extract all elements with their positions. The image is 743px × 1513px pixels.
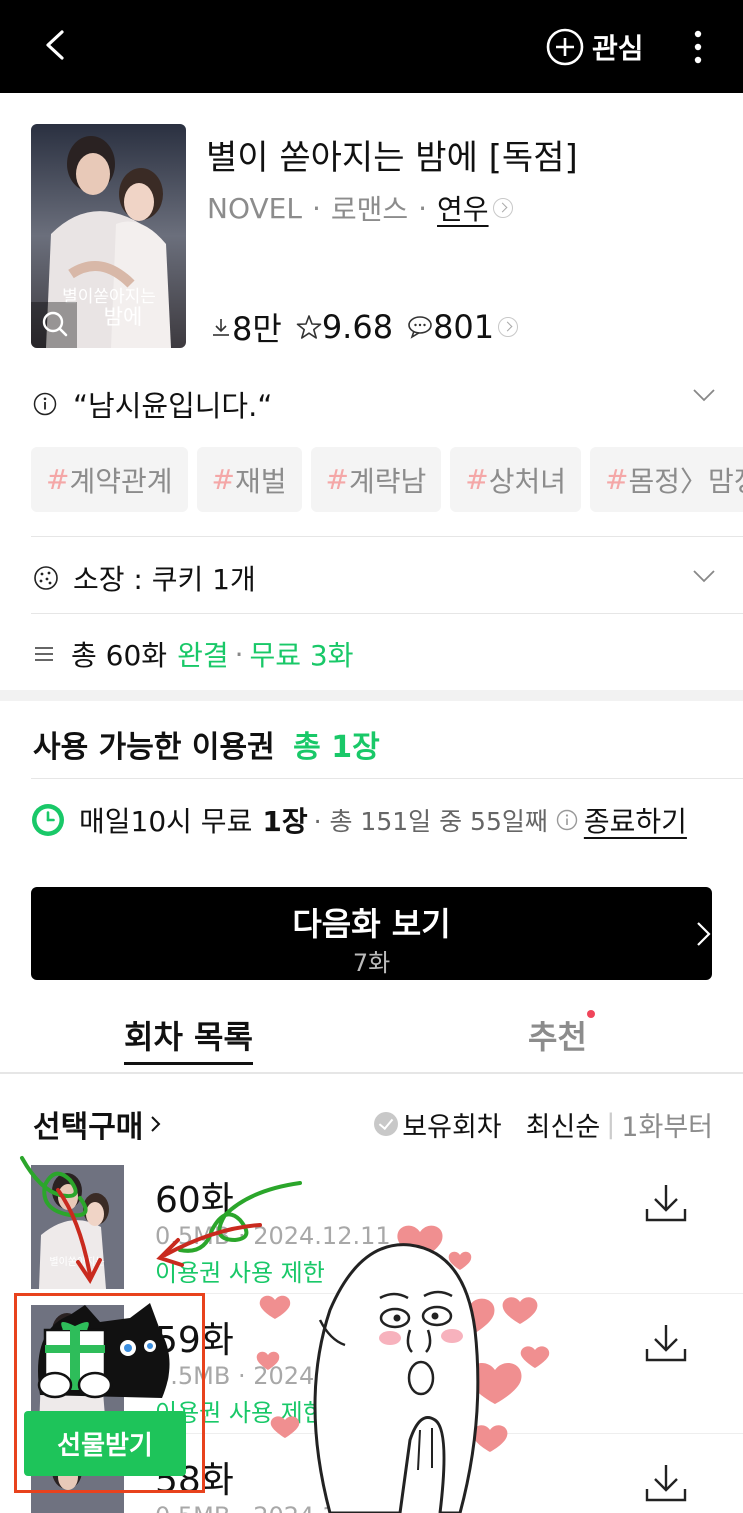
comments-stat[interactable]: 801: [407, 308, 519, 346]
chevron-right-icon: [151, 1116, 161, 1132]
next-episode-number: 7화: [352, 949, 391, 977]
select-buy-button[interactable]: 선택구매: [33, 1102, 163, 1146]
daily-free-count: 1장: [262, 805, 308, 838]
episode-info: 0.5MB · 2024.12.11: [155, 1502, 391, 1513]
star-icon: [296, 315, 322, 339]
divider: [31, 613, 743, 614]
section-separator: [0, 690, 743, 701]
work-stats: 8만 9.68 801: [210, 306, 532, 348]
cookie-icon: [34, 566, 58, 590]
work-type: NOVEL: [207, 191, 302, 225]
info-icon: [33, 392, 57, 416]
chevron-left-icon[interactable]: [34, 22, 78, 66]
next-episode-button[interactable]: 다음화 보기 7화: [31, 887, 712, 980]
list-icon: [35, 647, 53, 661]
rating-stat: 9.68: [296, 308, 393, 346]
tab-underline: [0, 1072, 743, 1074]
tag-list: #계약관계 #재벌 #계략남 #상처녀 #몸정〉맘정: [31, 447, 743, 512]
free-episodes: 무료 3화: [249, 639, 354, 672]
tagline-row[interactable]: “남시윤입니다.“: [33, 382, 272, 426]
episode-list-header: 선택구매 보유회차 최신순 | 1화부터: [33, 1102, 713, 1146]
downloads-count: 8만: [232, 310, 282, 348]
completed-badge: 완결: [177, 639, 229, 672]
episode-thumbnail: 별이쏟아지는: [31, 1165, 124, 1289]
sort-newest[interactable]: 최신순: [526, 1105, 601, 1144]
check-circle-icon: [374, 1112, 399, 1136]
favorite-button[interactable]: 관심: [546, 28, 644, 66]
comments-count: 801: [433, 308, 495, 346]
tagline-text: “남시윤입니다.“: [73, 389, 273, 423]
chevron-down-icon[interactable]: [692, 569, 716, 583]
tag-chip[interactable]: # 재벌: [196, 447, 302, 512]
cover-art: 별이쏟아지는 밤에: [31, 124, 186, 348]
owned-episodes-filter[interactable]: 보유회차: [374, 1105, 502, 1144]
divider: [31, 536, 743, 537]
chevron-right-icon: [697, 922, 711, 946]
comment-icon: [408, 316, 432, 339]
episode-row[interactable]: 별이쏟아지는 60화 0.5MB · 2024.12.11 이용권 사용 제한: [0, 1165, 743, 1305]
chevron-down-icon[interactable]: [692, 388, 716, 402]
downloads-stat: 8만: [210, 304, 282, 350]
total-episodes: 총 60화: [71, 639, 168, 672]
download-icon[interactable]: [643, 1321, 689, 1365]
receive-gift-button[interactable]: 선물받기: [24, 1411, 186, 1476]
episode-info: 0.5MB · 2024.12.11: [155, 1222, 391, 1250]
svg-text:밤에: 밤에: [104, 305, 143, 329]
episode-number: 60화: [155, 1180, 234, 1221]
passes-count: 총 1장: [293, 730, 380, 765]
favorite-label: 관심: [592, 32, 644, 65]
ownership-label: 소장 : 쿠키 1개: [73, 563, 256, 596]
tab-recommend[interactable]: 추천: [528, 1010, 595, 1058]
tag-chip[interactable]: # 상처녀: [450, 447, 582, 512]
work-meta: NOVEL · 로맨스 · 연우: [207, 188, 513, 228]
next-episode-label: 다음화 보기: [292, 905, 451, 943]
sort-from-first[interactable]: 1화부터: [621, 1105, 713, 1144]
svg-text:별이쏟아지는: 별이쏟아지는: [49, 1256, 104, 1268]
divider: [31, 778, 743, 779]
clock-icon: [32, 804, 64, 836]
tab-episodes[interactable]: 회차 목록: [124, 1012, 253, 1065]
rating-value: 9.68: [321, 308, 394, 346]
daily-free-pass: 매일10시 무료 1장 · 총 151일 중 55일째 종료하기: [31, 800, 687, 840]
episode-summary: 총 60화 완결 · 무료 3화: [33, 634, 354, 674]
episode-restriction: 이용권 사용 제한: [155, 1259, 325, 1287]
cover-image[interactable]: 별이쏟아지는 밤에: [31, 124, 186, 348]
download-icon[interactable]: [643, 1461, 689, 1505]
chevron-right-circle-icon[interactable]: [492, 198, 513, 218]
plus-circle-icon: [546, 28, 584, 66]
new-dot-badge: [586, 1010, 595, 1018]
top-bar: 관심: [0, 0, 743, 93]
ownership-row[interactable]: 소장 : 쿠키 1개: [33, 558, 256, 598]
passes-title: 사용 가능한 이용권 총 1장: [33, 730, 380, 765]
end-pass-link[interactable]: 종료하기: [584, 800, 687, 840]
daily-progress: · 총 151일 중 55일째: [313, 807, 548, 836]
kebab-vertical-icon[interactable]: [684, 28, 712, 68]
tag-chip[interactable]: #몸정〉맘정: [590, 447, 743, 512]
author-link[interactable]: 연우: [437, 188, 489, 228]
download-icon[interactable]: [643, 1181, 689, 1225]
daily-free-label: 매일10시 무료: [79, 805, 253, 838]
work-title: 별이 쏟아지는 밤에 [독점]: [206, 138, 578, 178]
info-icon[interactable]: [556, 809, 578, 831]
tag-chip[interactable]: # 계약관계: [31, 447, 188, 512]
chevron-right-circle-icon: [498, 317, 519, 337]
tag-chip[interactable]: # 계략남: [310, 447, 442, 512]
work-genre: 로맨스: [330, 193, 409, 226]
download-small-icon: [213, 319, 229, 336]
